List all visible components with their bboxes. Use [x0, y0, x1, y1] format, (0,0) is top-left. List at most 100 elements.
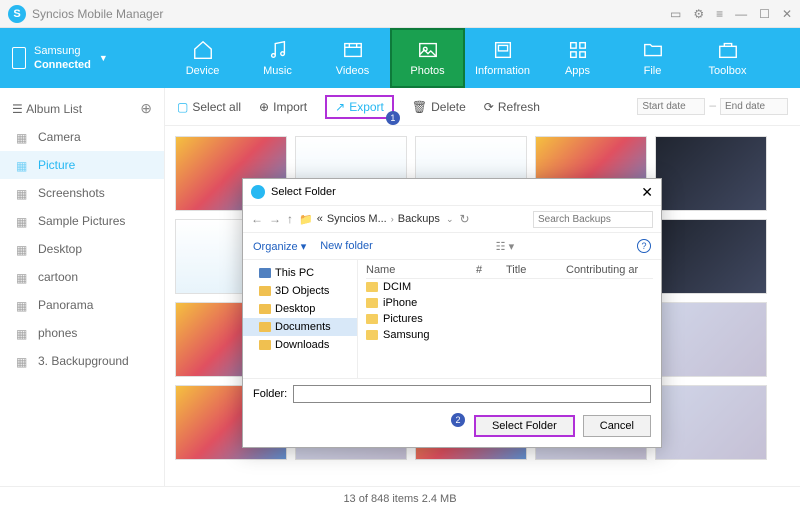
start-date-input[interactable]: [637, 98, 705, 115]
device-status: Connected: [34, 58, 91, 72]
add-album-icon[interactable]: ⊕: [140, 100, 152, 117]
music-icon: [266, 39, 290, 61]
file-icon: [641, 39, 665, 61]
nav-videos[interactable]: Videos: [315, 28, 390, 88]
album-icon: ▦: [16, 355, 30, 367]
select-folder-button[interactable]: Select Folder: [474, 415, 575, 437]
nav-up-icon[interactable]: ↑: [287, 212, 293, 226]
step-badge-2: 2: [451, 413, 465, 427]
sidebar-item-label: Camera: [38, 130, 81, 144]
folder-icon: [259, 340, 271, 350]
video-icon: [341, 39, 365, 61]
titlebar: S Syncios Mobile Manager ▭ ⚙ ≡ — ☐ ✕: [0, 0, 800, 28]
folder-path-input[interactable]: [293, 385, 651, 403]
folder-icon: [366, 298, 378, 308]
apps-icon: [566, 39, 590, 61]
new-folder-button[interactable]: New folder: [320, 240, 373, 252]
folder-icon: [366, 282, 378, 292]
select-all-action[interactable]: ▢Select all: [177, 100, 241, 114]
sidebar-item-picture[interactable]: ▦ Picture: [0, 151, 164, 179]
trash-icon: 🗑: [412, 100, 427, 114]
nav-device[interactable]: Device: [165, 28, 240, 88]
refresh-action[interactable]: ⟳Refresh: [484, 100, 540, 114]
folder-icon: [366, 330, 378, 340]
tree-item[interactable]: This PC: [243, 264, 357, 282]
gear-icon[interactable]: ⚙: [693, 7, 704, 21]
tree-item[interactable]: Documents: [243, 318, 357, 336]
nav-information[interactable]: Information: [465, 28, 540, 88]
sidebar-item-label: Screenshots: [38, 186, 105, 200]
maximize-icon[interactable]: ☐: [759, 7, 770, 21]
sidebar-item-label: Picture: [38, 158, 75, 172]
chevron-down-icon[interactable]: ⌄: [446, 214, 454, 225]
sidebar-item-screenshots[interactable]: ▦Screenshots: [0, 179, 164, 207]
refresh-icon[interactable]: ↻: [459, 212, 469, 226]
album-icon: ▦: [16, 243, 30, 255]
end-date-input[interactable]: [720, 98, 788, 115]
dialog-search-input[interactable]: [533, 211, 653, 228]
screen-icon[interactable]: ▭: [670, 7, 681, 21]
device-selector[interactable]: Samsung Connected ▼: [0, 28, 165, 88]
nav-music[interactable]: Music: [240, 28, 315, 88]
album-list-icon: ☰: [12, 102, 23, 116]
list-item[interactable]: DCIM: [366, 279, 653, 295]
sidebar-item-3.-backupground[interactable]: ▦ 3. Backupground: [0, 347, 164, 375]
tree-item[interactable]: 3D Objects: [243, 282, 357, 300]
album-icon: ▦: [16, 131, 30, 143]
photo-thumb[interactable]: [655, 385, 767, 460]
dialog-logo: [251, 185, 265, 199]
view-icon[interactable]: ☷ ▾: [496, 240, 514, 253]
photo-thumb[interactable]: [655, 302, 767, 377]
minimize-icon[interactable]: —: [735, 7, 747, 21]
import-action[interactable]: ⊕Import: [259, 100, 307, 114]
folder-icon: [259, 286, 271, 296]
list-item[interactable]: Samsung: [366, 327, 653, 343]
sidebar-item-cartoon[interactable]: ▦ cartoon: [0, 263, 164, 291]
close-icon[interactable]: ✕: [782, 7, 792, 21]
cancel-button[interactable]: Cancel: [583, 415, 651, 437]
sidebar-item-phones[interactable]: ▦phones: [0, 319, 164, 347]
photo-thumb[interactable]: [655, 219, 767, 294]
album-icon: ▦: [16, 159, 30, 171]
photos-icon: [416, 39, 440, 61]
home-icon: [191, 39, 215, 61]
export-action[interactable]: ↗Export1: [325, 95, 394, 119]
sidebar-item-sample-pictures[interactable]: ▦Sample Pictures: [0, 207, 164, 235]
album-icon: ▦: [16, 271, 30, 283]
folder-icon: [259, 322, 271, 332]
nav-back-icon[interactable]: ←: [251, 212, 263, 226]
export-icon: ↗: [335, 100, 345, 114]
help-icon[interactable]: ?: [637, 239, 651, 253]
chevron-down-icon: ▼: [99, 53, 108, 63]
plus-icon: ⊕: [259, 100, 269, 114]
nav-toolbox[interactable]: Toolbox: [690, 28, 765, 88]
nav-photos[interactable]: Photos: [390, 28, 465, 88]
sidebar-header: ☰ Album List ⊕: [0, 94, 164, 123]
list-header: Name # Title Contributing ar: [366, 264, 653, 279]
breadcrumb[interactable]: 📁« Syncios M... › Backups: [299, 213, 440, 226]
sidebar-item-camera[interactable]: ▦ Camera: [0, 123, 164, 151]
sidebar-item-label: 3. Backupground: [38, 354, 129, 368]
main-toolbar: Samsung Connected ▼ Device Music Videos …: [0, 28, 800, 88]
album-icon: ▦: [16, 327, 30, 339]
nav-file[interactable]: File: [615, 28, 690, 88]
folder-list: Name # Title Contributing ar DCIMiPhoneP…: [358, 260, 661, 378]
sidebar-item-desktop[interactable]: ▦Desktop: [0, 235, 164, 263]
nav-forward-icon[interactable]: →: [269, 212, 281, 226]
select-folder-dialog: Select Folder ✕ ← → ↑ 📁« Syncios M... › …: [242, 178, 662, 448]
sidebar-item-label: cartoon: [38, 270, 78, 284]
menu-icon[interactable]: ≡: [716, 7, 723, 21]
album-icon: ▦: [16, 299, 30, 311]
nav-apps[interactable]: Apps: [540, 28, 615, 88]
sidebar-item-label: Panorama: [38, 298, 93, 312]
tree-item[interactable]: Downloads: [243, 336, 357, 354]
list-item[interactable]: Pictures: [366, 311, 653, 327]
photo-thumb[interactable]: [655, 136, 767, 211]
sidebar-item-panorama[interactable]: ▦ Panorama: [0, 291, 164, 319]
delete-action[interactable]: 🗑Delete: [412, 100, 466, 114]
dialog-close-icon[interactable]: ✕: [641, 184, 653, 201]
tree-item[interactable]: Desktop: [243, 300, 357, 318]
organize-menu[interactable]: Organize ▾: [253, 240, 306, 253]
list-item[interactable]: iPhone: [366, 295, 653, 311]
info-icon: [491, 39, 515, 61]
